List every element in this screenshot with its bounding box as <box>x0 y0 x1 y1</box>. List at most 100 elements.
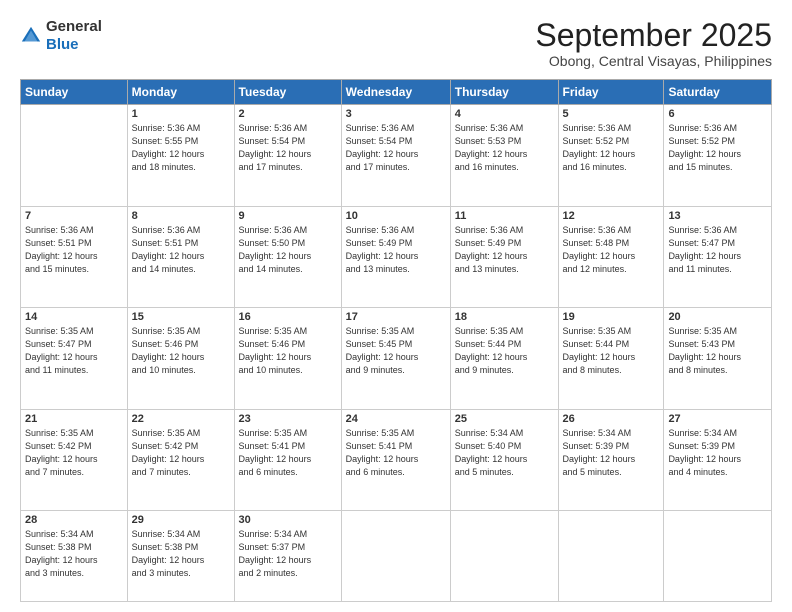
calendar-cell: 24 Sunrise: 5:35 AM Sunset: 5:41 PM Dayli… <box>341 409 450 511</box>
cell-content: Sunrise: 5:34 AM Sunset: 5:38 PM Dayligh… <box>25 528 123 580</box>
calendar-week-5: 28 Sunrise: 5:34 AM Sunset: 5:38 PM Dayli… <box>21 511 772 602</box>
day-number: 14 <box>25 311 123 323</box>
day-number: 10 <box>346 210 446 222</box>
calendar-cell <box>558 511 664 602</box>
calendar-body: 1 Sunrise: 5:36 AM Sunset: 5:55 PM Daylig… <box>21 105 772 602</box>
day-number: 6 <box>668 108 767 120</box>
calendar-header-saturday: Saturday <box>664 80 772 105</box>
cell-content: Sunrise: 5:36 AM Sunset: 5:50 PM Dayligh… <box>239 224 337 276</box>
day-number: 20 <box>668 311 767 323</box>
day-number: 8 <box>132 210 230 222</box>
day-number: 9 <box>239 210 337 222</box>
cell-content: Sunrise: 5:35 AM Sunset: 5:44 PM Dayligh… <box>563 325 660 377</box>
calendar-cell: 7Sunrise: 5:36 AM Sunset: 5:51 PM Daylig… <box>21 206 128 308</box>
day-number: 12 <box>563 210 660 222</box>
cell-content: Sunrise: 5:36 AM Sunset: 5:49 PM Dayligh… <box>455 224 554 276</box>
title-block: September 2025 Obong, Central Visayas, P… <box>535 18 772 69</box>
cell-content: Sunrise: 5:35 AM Sunset: 5:45 PM Dayligh… <box>346 325 446 377</box>
logo-icon <box>20 25 42 47</box>
calendar-cell: 12 Sunrise: 5:36 AM Sunset: 5:48 PM Dayli… <box>558 206 664 308</box>
day-number: 16 <box>239 311 337 323</box>
day-number: 17 <box>346 311 446 323</box>
day-number: 23 <box>239 413 337 425</box>
calendar-cell: 8Sunrise: 5:36 AM Sunset: 5:51 PM Daylig… <box>127 206 234 308</box>
calendar-cell: 10 Sunrise: 5:36 AM Sunset: 5:49 PM Dayli… <box>341 206 450 308</box>
header: General Blue September 2025 Obong, Centr… <box>20 18 772 69</box>
calendar-cell: 1 Sunrise: 5:36 AM Sunset: 5:55 PM Daylig… <box>127 105 234 207</box>
calendar-cell: 5 Sunrise: 5:36 AM Sunset: 5:52 PM Daylig… <box>558 105 664 207</box>
calendar-header-monday: Monday <box>127 80 234 105</box>
calendar-cell: 14Sunrise: 5:35 AM Sunset: 5:47 PM Dayli… <box>21 308 128 410</box>
cell-content: Sunrise: 5:34 AM Sunset: 5:39 PM Dayligh… <box>563 427 660 479</box>
cell-content: Sunrise: 5:36 AM Sunset: 5:52 PM Dayligh… <box>668 122 767 174</box>
day-number: 30 <box>239 514 337 526</box>
calendar-header-tuesday: Tuesday <box>234 80 341 105</box>
calendar-cell: 2Sunrise: 5:36 AM Sunset: 5:54 PM Daylig… <box>234 105 341 207</box>
cell-content: Sunrise: 5:34 AM Sunset: 5:38 PM Dayligh… <box>132 528 230 580</box>
day-number: 22 <box>132 413 230 425</box>
calendar-cell: 16 Sunrise: 5:35 AM Sunset: 5:46 PM Dayli… <box>234 308 341 410</box>
cell-content: Sunrise: 5:34 AM Sunset: 5:37 PM Dayligh… <box>239 528 337 580</box>
calendar-cell <box>341 511 450 602</box>
cell-content: Sunrise: 5:34 AM Sunset: 5:39 PM Dayligh… <box>668 427 767 479</box>
day-number: 25 <box>455 413 554 425</box>
calendar-cell <box>664 511 772 602</box>
day-number: 21 <box>25 413 123 425</box>
cell-content: Sunrise: 5:36 AM Sunset: 5:49 PM Dayligh… <box>346 224 446 276</box>
day-number: 27 <box>668 413 767 425</box>
calendar-week-4: 21 Sunrise: 5:35 AM Sunset: 5:42 PM Dayli… <box>21 409 772 511</box>
calendar-header-sunday: Sunday <box>21 80 128 105</box>
day-number: 4 <box>455 108 554 120</box>
day-number: 3 <box>346 108 446 120</box>
day-number: 1 <box>132 108 230 120</box>
cell-content: Sunrise: 5:34 AM Sunset: 5:40 PM Dayligh… <box>455 427 554 479</box>
calendar-cell: 18 Sunrise: 5:35 AM Sunset: 5:44 PM Dayli… <box>450 308 558 410</box>
calendar-cell: 11 Sunrise: 5:36 AM Sunset: 5:49 PM Dayli… <box>450 206 558 308</box>
day-number: 5 <box>563 108 660 120</box>
day-number: 24 <box>346 413 446 425</box>
month-title: September 2025 <box>535 18 772 53</box>
day-number: 19 <box>563 311 660 323</box>
cell-content: Sunrise: 5:36 AM Sunset: 5:54 PM Dayligh… <box>346 122 446 174</box>
calendar-cell <box>21 105 128 207</box>
day-number: 2 <box>239 108 337 120</box>
cell-content: Sunrise: 5:35 AM Sunset: 5:46 PM Dayligh… <box>132 325 230 377</box>
calendar-table: SundayMondayTuesdayWednesdayThursdayFrid… <box>20 79 772 602</box>
calendar-cell: 21 Sunrise: 5:35 AM Sunset: 5:42 PM Dayli… <box>21 409 128 511</box>
calendar-cell: 13Sunrise: 5:36 AM Sunset: 5:47 PM Dayli… <box>664 206 772 308</box>
day-number: 11 <box>455 210 554 222</box>
calendar-cell: 26 Sunrise: 5:34 AM Sunset: 5:39 PM Dayli… <box>558 409 664 511</box>
calendar-cell: 15 Sunrise: 5:35 AM Sunset: 5:46 PM Dayli… <box>127 308 234 410</box>
calendar-week-3: 14Sunrise: 5:35 AM Sunset: 5:47 PM Dayli… <box>21 308 772 410</box>
cell-content: Sunrise: 5:35 AM Sunset: 5:41 PM Dayligh… <box>239 427 337 479</box>
calendar-cell: 22 Sunrise: 5:35 AM Sunset: 5:42 PM Dayli… <box>127 409 234 511</box>
cell-content: Sunrise: 5:35 AM Sunset: 5:43 PM Dayligh… <box>668 325 767 377</box>
day-number: 18 <box>455 311 554 323</box>
calendar-cell: 6 Sunrise: 5:36 AM Sunset: 5:52 PM Daylig… <box>664 105 772 207</box>
day-number: 28 <box>25 514 123 526</box>
day-number: 26 <box>563 413 660 425</box>
cell-content: Sunrise: 5:35 AM Sunset: 5:41 PM Dayligh… <box>346 427 446 479</box>
cell-content: Sunrise: 5:36 AM Sunset: 5:55 PM Dayligh… <box>132 122 230 174</box>
calendar-cell: 27 Sunrise: 5:34 AM Sunset: 5:39 PM Dayli… <box>664 409 772 511</box>
day-number: 15 <box>132 311 230 323</box>
calendar-week-2: 7Sunrise: 5:36 AM Sunset: 5:51 PM Daylig… <box>21 206 772 308</box>
calendar-cell: 29 Sunrise: 5:34 AM Sunset: 5:38 PM Dayli… <box>127 511 234 602</box>
calendar-cell: 19 Sunrise: 5:35 AM Sunset: 5:44 PM Dayli… <box>558 308 664 410</box>
cell-content: Sunrise: 5:35 AM Sunset: 5:42 PM Dayligh… <box>132 427 230 479</box>
day-number: 29 <box>132 514 230 526</box>
calendar-cell: 4Sunrise: 5:36 AM Sunset: 5:53 PM Daylig… <box>450 105 558 207</box>
calendar-cell <box>450 511 558 602</box>
calendar-cell: 17 Sunrise: 5:35 AM Sunset: 5:45 PM Dayli… <box>341 308 450 410</box>
cell-content: Sunrise: 5:36 AM Sunset: 5:52 PM Dayligh… <box>563 122 660 174</box>
cell-content: Sunrise: 5:35 AM Sunset: 5:44 PM Dayligh… <box>455 325 554 377</box>
cell-content: Sunrise: 5:36 AM Sunset: 5:48 PM Dayligh… <box>563 224 660 276</box>
cell-content: Sunrise: 5:35 AM Sunset: 5:46 PM Dayligh… <box>239 325 337 377</box>
calendar-cell: 25 Sunrise: 5:34 AM Sunset: 5:40 PM Dayli… <box>450 409 558 511</box>
calendar-header-friday: Friday <box>558 80 664 105</box>
cell-content: Sunrise: 5:35 AM Sunset: 5:42 PM Dayligh… <box>25 427 123 479</box>
calendar-week-1: 1 Sunrise: 5:36 AM Sunset: 5:55 PM Daylig… <box>21 105 772 207</box>
cell-content: Sunrise: 5:36 AM Sunset: 5:51 PM Dayligh… <box>25 224 123 276</box>
page: General Blue September 2025 Obong, Centr… <box>0 0 792 612</box>
calendar-header-thursday: Thursday <box>450 80 558 105</box>
